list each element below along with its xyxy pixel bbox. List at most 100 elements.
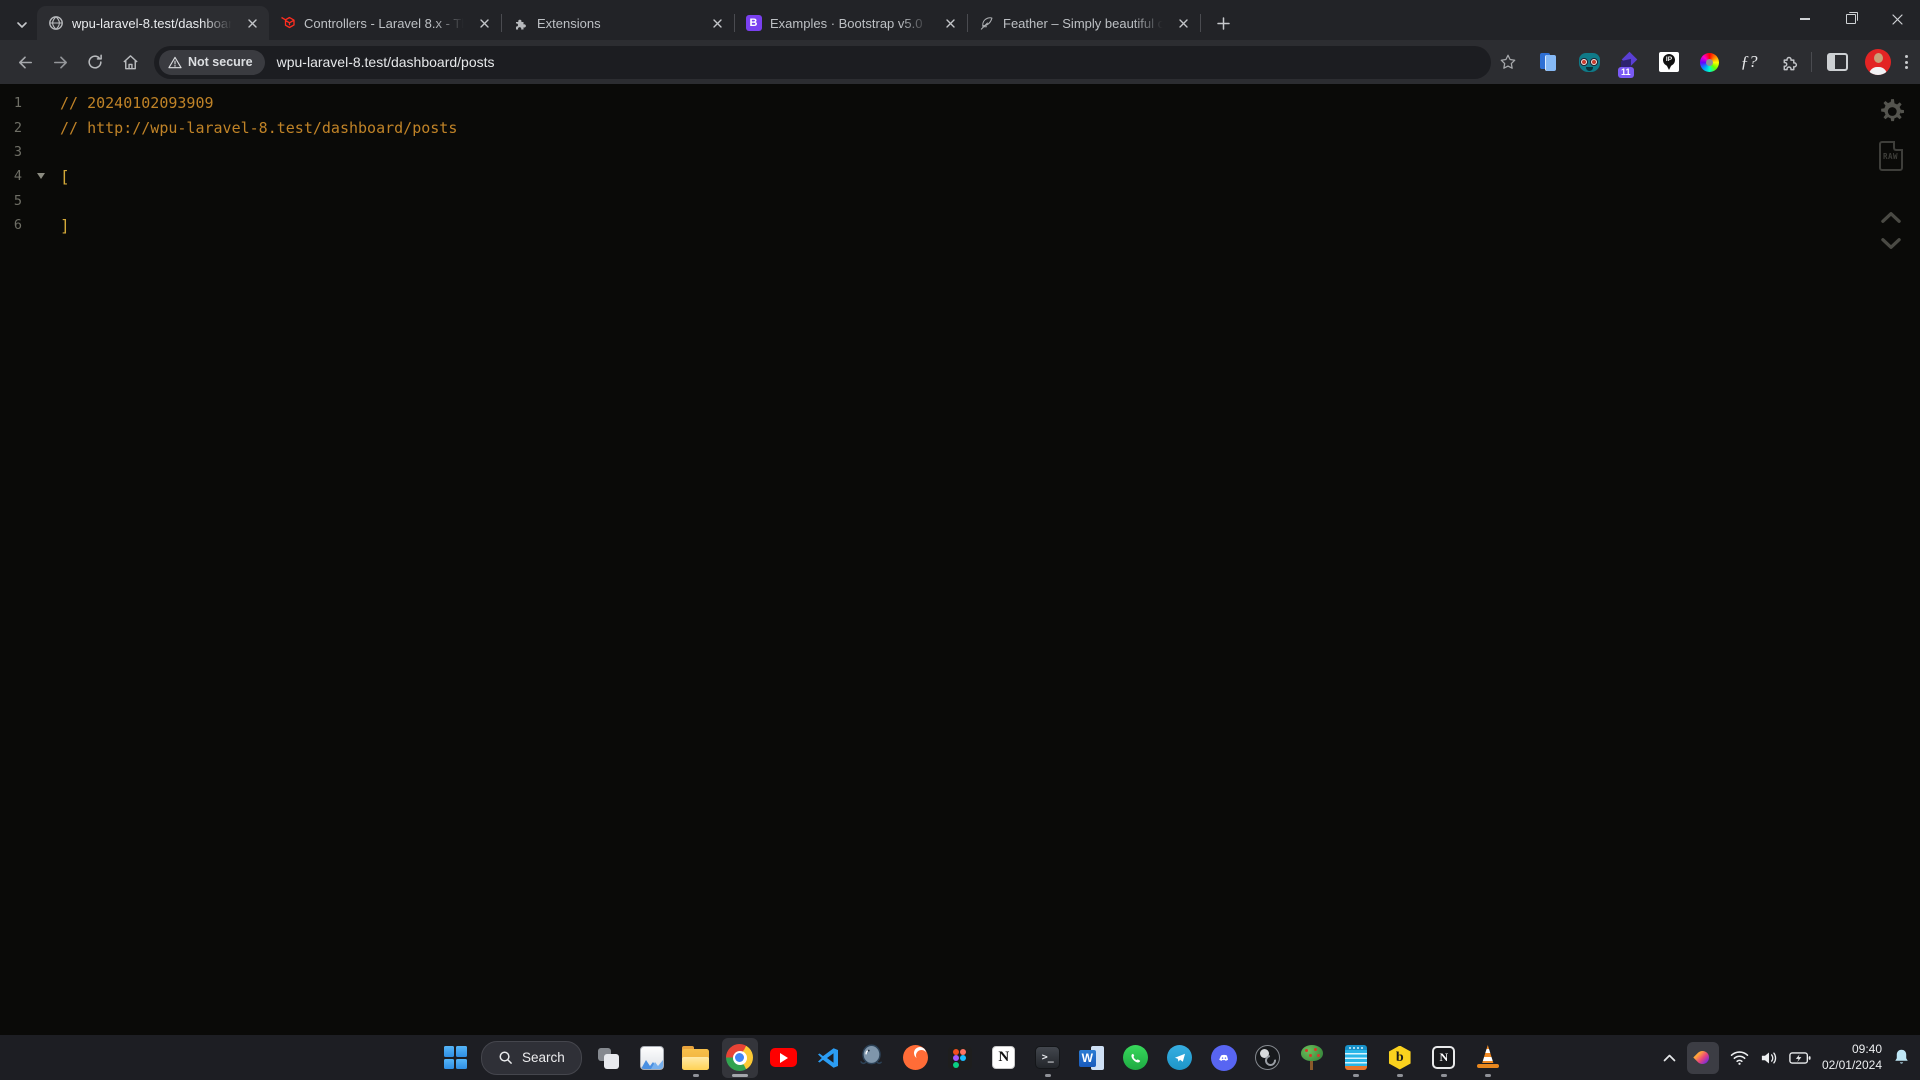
code-text: // 20240102093909 [60, 94, 214, 112]
color-wheel-extension-icon[interactable] [1697, 50, 1721, 74]
discord-app[interactable] [1206, 1038, 1242, 1078]
security-chip[interactable]: Not secure [159, 50, 265, 75]
purple-stack-extension-icon[interactable]: 11 [1617, 50, 1641, 74]
figma-icon [948, 1046, 972, 1070]
ip-pin-label: IP [1663, 54, 1675, 66]
system-tray: 09:40 02/01/2024 [1663, 1035, 1910, 1080]
goggles-extension-icon[interactable] [1577, 50, 1601, 74]
close-tab-icon[interactable] [708, 14, 726, 32]
terminal-app[interactable]: >_ [1030, 1038, 1066, 1078]
running-indicator [1441, 1074, 1447, 1077]
close-tab-icon[interactable] [475, 14, 493, 32]
photos-icon [640, 1046, 664, 1070]
profile-avatar[interactable] [1865, 49, 1891, 75]
photos-app[interactable] [634, 1038, 670, 1078]
forward-icon [51, 53, 70, 72]
taskbar-search[interactable]: Search [481, 1041, 582, 1075]
bookmark-button[interactable] [1495, 49, 1521, 75]
notion-app[interactable]: N [986, 1038, 1022, 1078]
file-explorer-app[interactable] [678, 1038, 714, 1078]
reload-button[interactable] [78, 45, 112, 79]
line-number: 5 [0, 193, 22, 209]
obs-app[interactable] [1250, 1038, 1286, 1078]
notepad-app[interactable] [1338, 1038, 1374, 1078]
close-tab-icon[interactable] [941, 14, 959, 32]
raw-document-button[interactable]: RAW [1879, 141, 1903, 171]
close-icon [1892, 14, 1903, 25]
telegram-icon [1167, 1045, 1192, 1070]
tab-title: Examples · Bootstrap v5.0 [770, 16, 933, 31]
forward-button[interactable] [43, 45, 77, 79]
postman-icon [903, 1045, 928, 1070]
notion-cube-app[interactable]: N [1426, 1038, 1462, 1078]
avatar-head [1874, 53, 1883, 63]
ip-pin-extension-icon[interactable]: IP [1657, 50, 1681, 74]
globe-icon [47, 15, 64, 32]
battery-icon[interactable] [1789, 1051, 1811, 1065]
wifi-icon[interactable] [1730, 1050, 1749, 1065]
vlc-app[interactable] [1470, 1038, 1506, 1078]
line-number: 3 [0, 144, 22, 160]
start-button[interactable] [437, 1038, 473, 1078]
tab-feather-icons[interactable]: Feather – Simply beautiful open [968, 6, 1200, 40]
tab-search-button[interactable] [9, 12, 35, 38]
tab-extensions[interactable]: Extensions [502, 6, 734, 40]
tab-laravel-docs[interactable]: Controllers - Laravel 8.x - The PH [269, 6, 501, 40]
bootstrap-icon: B [745, 15, 762, 32]
blue-book-extension-icon[interactable] [1537, 50, 1561, 74]
browser-menu-button[interactable] [1901, 51, 1912, 73]
figma-app[interactable] [942, 1038, 978, 1078]
discord-icon [1211, 1045, 1237, 1071]
restore-button[interactable] [1828, 0, 1874, 38]
url-text[interactable]: wpu-laravel-8.test/dashboard/posts [277, 54, 1477, 70]
taskbar-clock[interactable]: 09:40 02/01/2024 [1822, 1042, 1882, 1073]
minimize-button[interactable] [1782, 0, 1828, 38]
code-line: 2 // http://wpu-laravel-8.test/dashboard… [0, 115, 1920, 139]
home-button[interactable] [113, 45, 147, 79]
side-panel-button[interactable] [1820, 45, 1854, 79]
scroll-up-chevron[interactable] [1880, 211, 1902, 224]
flame-tray-app[interactable] [1687, 1042, 1719, 1074]
extensions-menu-button[interactable] [1777, 50, 1801, 74]
line-number: 1 [0, 95, 22, 111]
postman-app[interactable] [898, 1038, 934, 1078]
tab-dashboard-posts[interactable]: wpu-laravel-8.test/dashboard/po [37, 6, 269, 40]
goggle-lens-left [1580, 58, 1588, 66]
new-tab-button[interactable] [1209, 9, 1237, 37]
postgresql-app[interactable] [854, 1038, 890, 1078]
close-tab-icon[interactable] [1174, 14, 1192, 32]
back-button[interactable] [8, 45, 42, 79]
bookmark-star-icon [1499, 53, 1517, 71]
whatsapp-app[interactable] [1118, 1038, 1154, 1078]
collapse-caret-icon[interactable] [37, 173, 45, 179]
yellow-hexagon-b-icon: b [1388, 1046, 1412, 1070]
volume-icon[interactable] [1760, 1050, 1778, 1066]
tree-icon [1300, 1045, 1324, 1070]
minimize-icon [1800, 18, 1810, 20]
task-view-icon [596, 1046, 620, 1070]
youtube-app[interactable] [766, 1038, 802, 1078]
hidden-icons-chevron[interactable] [1663, 1053, 1676, 1063]
tab-title: Extensions [537, 16, 700, 31]
task-view-button[interactable] [590, 1038, 626, 1078]
close-tab-icon[interactable] [243, 14, 261, 32]
settings-gear-icon[interactable] [1874, 95, 1907, 128]
obs-icon [1255, 1045, 1280, 1070]
chrome-app[interactable] [722, 1038, 758, 1078]
word-app[interactable]: W [1074, 1038, 1110, 1078]
laragon-app[interactable] [1294, 1038, 1330, 1078]
vscode-app[interactable] [810, 1038, 846, 1078]
browser-window: wpu-laravel-8.test/dashboard/po Controll… [0, 0, 1920, 1080]
tabs: wpu-laravel-8.test/dashboard/po Controll… [37, 6, 1237, 40]
telegram-app[interactable] [1162, 1038, 1198, 1078]
beekeeper-app[interactable]: b [1382, 1038, 1418, 1078]
windows-start-icon [444, 1046, 467, 1069]
address-bar[interactable]: Not secure wpu-laravel-8.test/dashboard/… [154, 46, 1491, 79]
close-button[interactable] [1874, 0, 1920, 38]
tab-bootstrap-examples[interactable]: B Examples · Bootstrap v5.0 [735, 6, 967, 40]
font-finder-extension-icon[interactable]: ƒ? [1737, 50, 1761, 74]
notification-bell-icon[interactable] [1893, 1048, 1910, 1067]
scroll-down-chevron[interactable] [1880, 237, 1902, 250]
line-number: 4 [0, 168, 22, 184]
laravel-icon [279, 15, 296, 32]
